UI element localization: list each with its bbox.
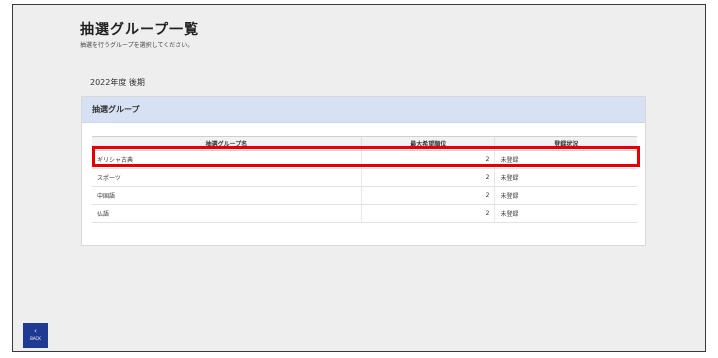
back-label: BACK — [30, 336, 41, 341]
lottery-group-card: 抽選グループ 抽選グループ名 最大希望順位 登録状況 ギリシャ古典 2 未登録 … — [81, 96, 646, 246]
app-frame: 抽選グループ一覧 抽選を行うグループを選択してください。 2022年度 後期 抽… — [12, 4, 706, 352]
column-header-status: 登録状況 — [494, 136, 637, 151]
column-header-max-rank: 最大希望順位 — [360, 136, 495, 151]
back-button[interactable]: ‹ BACK — [23, 323, 48, 348]
group-name-cell[interactable]: スポーツ — [92, 168, 362, 187]
status-cell: 未登録 — [494, 186, 637, 205]
group-name-cell[interactable]: 中国語 — [92, 186, 362, 205]
status-cell: 未登録 — [494, 168, 637, 187]
column-header-name: 抽選グループ名 — [92, 136, 362, 151]
group-name-cell[interactable]: ギリシャ古典 — [92, 150, 362, 169]
page-subtitle: 抽選を行うグループを選択してください。 — [80, 42, 194, 49]
chevron-left-icon: ‹ — [34, 327, 37, 335]
card-title: 抽選グループ — [82, 97, 645, 123]
term-label: 2022年度 後期 — [90, 78, 145, 87]
table-row[interactable]: スポーツ 2 未登録 — [92, 168, 637, 187]
max-rank-cell: 2 — [360, 150, 495, 169]
group-table: 抽選グループ名 最大希望順位 登録状況 ギリシャ古典 2 未登録 スポーツ 2 … — [92, 136, 637, 223]
table-row[interactable]: 仏語 2 未登録 — [92, 204, 637, 223]
table-row[interactable]: 中国語 2 未登録 — [92, 186, 637, 205]
status-cell: 未登録 — [494, 150, 637, 169]
table-header-row: 抽選グループ名 最大希望順位 登録状況 — [92, 136, 637, 151]
page-title: 抽選グループ一覧 — [80, 22, 200, 38]
max-rank-cell: 2 — [360, 168, 495, 187]
max-rank-cell: 2 — [360, 186, 495, 205]
status-cell: 未登録 — [494, 204, 637, 223]
table-row[interactable]: ギリシャ古典 2 未登録 — [92, 150, 637, 169]
max-rank-cell: 2 — [360, 204, 495, 223]
group-name-cell[interactable]: 仏語 — [92, 204, 362, 223]
